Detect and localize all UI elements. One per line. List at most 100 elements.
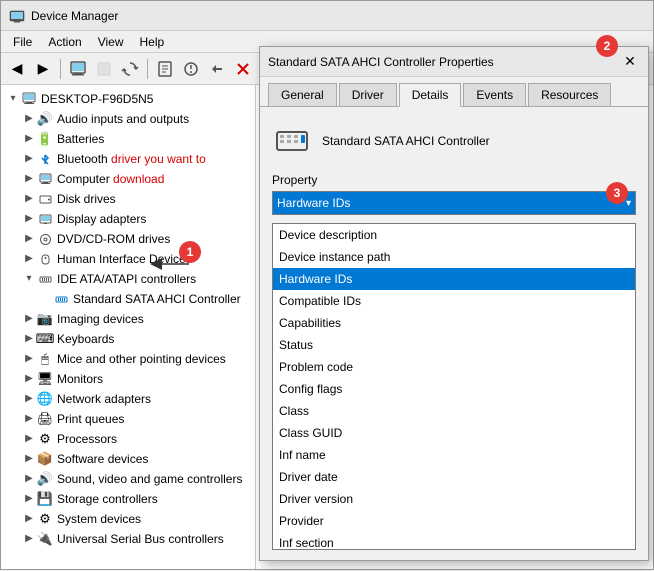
tree-root[interactable]: ▾ DESKTOP-F96D5N5 bbox=[1, 89, 255, 109]
toolbar-driver-update[interactable] bbox=[179, 57, 203, 81]
sound-icon: 🔊 bbox=[37, 471, 53, 487]
expand-bluetooth[interactable]: ▶ bbox=[21, 151, 37, 167]
prop-inf-name[interactable]: Inf name bbox=[273, 444, 635, 466]
prop-driver-date[interactable]: Driver date bbox=[273, 466, 635, 488]
tree-processors-label: Processors bbox=[57, 430, 117, 448]
toolbar-properties[interactable] bbox=[153, 57, 177, 81]
menu-help[interactable]: Help bbox=[132, 33, 173, 51]
tab-details[interactable]: Details bbox=[399, 83, 462, 107]
toolbar-sep2 bbox=[147, 59, 148, 79]
tab-general[interactable]: General bbox=[268, 83, 337, 106]
tree-item-storage[interactable]: ▶ 💾 Storage controllers bbox=[1, 489, 255, 509]
expand-print[interactable]: ▶ bbox=[21, 411, 37, 427]
expand-software[interactable]: ▶ bbox=[21, 451, 37, 467]
tree-item-sata[interactable]: ▶ Standard SATA AHCI Controller bbox=[1, 289, 255, 309]
prop-driver-version[interactable]: Driver version bbox=[273, 488, 635, 510]
tree-item-system[interactable]: ▶ ⚙ System devices bbox=[1, 509, 255, 529]
tree-item-audio[interactable]: ▶ 🔊 Audio inputs and outputs bbox=[1, 109, 255, 129]
prop-problem-code[interactable]: Problem code bbox=[273, 356, 635, 378]
tree-item-imaging[interactable]: ▶ 📷 Imaging devices bbox=[1, 309, 255, 329]
tree-item-keyboards[interactable]: ▶ ⌨ Keyboards bbox=[1, 329, 255, 349]
prop-compatible-ids[interactable]: Compatible IDs bbox=[273, 290, 635, 312]
tree-item-bluetooth[interactable]: ▶ Bluetooth driver you want to bbox=[1, 149, 255, 169]
tree-item-computer[interactable]: ▶ Computer download bbox=[1, 169, 255, 189]
tree-display-label: Display adapters bbox=[57, 210, 146, 228]
expand-dvd[interactable]: ▶ bbox=[21, 231, 37, 247]
prop-class[interactable]: Class bbox=[273, 400, 635, 422]
expand-imaging[interactable]: ▶ bbox=[21, 311, 37, 327]
batteries-icon: 🔋 bbox=[37, 131, 53, 147]
prop-device-instance-path[interactable]: Device instance path bbox=[273, 246, 635, 268]
property-select[interactable]: Hardware IDs ▾ bbox=[272, 191, 636, 215]
toolbar-computer[interactable] bbox=[66, 57, 90, 81]
property-list[interactable]: Device description Device instance path … bbox=[272, 223, 636, 550]
tab-driver[interactable]: Driver bbox=[339, 83, 397, 106]
expand-sound[interactable]: ▶ bbox=[21, 471, 37, 487]
ide-icon bbox=[37, 271, 53, 287]
tab-resources[interactable]: Resources bbox=[528, 83, 611, 106]
tree-item-display[interactable]: ▶ Display adapters bbox=[1, 209, 255, 229]
toolbar-uninstall[interactable] bbox=[231, 57, 255, 81]
tree-bluetooth-suffix: driver you want to bbox=[108, 150, 206, 168]
expand-mice[interactable]: ▶ bbox=[21, 351, 37, 367]
tree-item-network[interactable]: ▶ 🌐 Network adapters bbox=[1, 389, 255, 409]
tree-item-batteries[interactable]: ▶ 🔋 Batteries bbox=[1, 129, 255, 149]
monitors-icon: 🖥 bbox=[37, 371, 53, 387]
computer-icon bbox=[21, 91, 37, 107]
bluetooth-icon bbox=[37, 151, 53, 167]
device-image bbox=[272, 121, 312, 161]
expand-usb[interactable]: ▶ bbox=[21, 531, 37, 547]
expand-hid[interactable]: ▶ bbox=[21, 251, 37, 267]
title-bar: Device Manager bbox=[1, 1, 653, 31]
tab-events[interactable]: Events bbox=[463, 83, 526, 106]
tree-item-dvd[interactable]: ▶ DVD/CD-ROM drives bbox=[1, 229, 255, 249]
prop-capabilities[interactable]: Capabilities bbox=[273, 312, 635, 334]
tree-root-label: DESKTOP-F96D5N5 bbox=[41, 90, 153, 108]
tree-item-monitors[interactable]: ▶ 🖥 Monitors bbox=[1, 369, 255, 389]
storage-icon: 💾 bbox=[37, 491, 53, 507]
property-row: Property Hardware IDs ▾ bbox=[272, 173, 636, 215]
tree-keyboards-label: Keyboards bbox=[57, 330, 114, 348]
tree-item-processors[interactable]: ▶ ⚙ Processors bbox=[1, 429, 255, 449]
tree-item-print[interactable]: ▶ 🖨 Print queues bbox=[1, 409, 255, 429]
toolbar-rollback[interactable] bbox=[205, 57, 229, 81]
expand-root[interactable]: ▾ bbox=[5, 91, 21, 107]
toolbar-sep1 bbox=[60, 59, 61, 79]
expand-monitors[interactable]: ▶ bbox=[21, 371, 37, 387]
expand-system[interactable]: ▶ bbox=[21, 511, 37, 527]
expand-network[interactable]: ▶ bbox=[21, 391, 37, 407]
prop-status[interactable]: Status bbox=[273, 334, 635, 356]
tree-item-ide[interactable]: ▾ IDE ATA/ATAPI controllers bbox=[1, 269, 255, 289]
expand-storage[interactable]: ▶ bbox=[21, 491, 37, 507]
tree-item-disk[interactable]: ▶ Disk drives bbox=[1, 189, 255, 209]
expand-ide[interactable]: ▾ bbox=[21, 271, 37, 287]
expand-batteries[interactable]: ▶ bbox=[21, 131, 37, 147]
toolbar-update[interactable] bbox=[118, 57, 142, 81]
menu-file[interactable]: File bbox=[5, 33, 40, 51]
expand-disk[interactable]: ▶ bbox=[21, 191, 37, 207]
dialog-close-button[interactable]: ✕ bbox=[620, 52, 640, 72]
menu-view[interactable]: View bbox=[90, 33, 132, 51]
tree-item-sound[interactable]: ▶ 🔊 Sound, video and game controllers bbox=[1, 469, 255, 489]
tree-monitors-label: Monitors bbox=[57, 370, 103, 388]
toolbar-forward[interactable]: ▶ bbox=[31, 57, 55, 81]
tree-item-mice[interactable]: ▶ 🖱 Mice and other pointing devices bbox=[1, 349, 255, 369]
tree-item-software[interactable]: ▶ 📦 Software devices bbox=[1, 449, 255, 469]
expand-computer[interactable]: ▶ bbox=[21, 171, 37, 187]
menu-action[interactable]: Action bbox=[40, 33, 89, 51]
tree-panel[interactable]: ▾ DESKTOP-F96D5N5 ▶ 🔊 Audio inputs and o… bbox=[1, 85, 256, 569]
expand-processors[interactable]: ▶ bbox=[21, 431, 37, 447]
prop-hardware-ids[interactable]: Hardware IDs bbox=[273, 268, 635, 290]
prop-provider[interactable]: Provider bbox=[273, 510, 635, 532]
tree-item-usb[interactable]: ▶ 🔌 Universal Serial Bus controllers bbox=[1, 529, 255, 549]
tree-item-hid[interactable]: ▶ Human Interface Devices bbox=[1, 249, 255, 269]
expand-display[interactable]: ▶ bbox=[21, 211, 37, 227]
prop-inf-section[interactable]: Inf section bbox=[273, 532, 635, 550]
prop-config-flags[interactable]: Config flags bbox=[273, 378, 635, 400]
toolbar-stop[interactable] bbox=[92, 57, 116, 81]
prop-device-description[interactable]: Device description bbox=[273, 224, 635, 246]
toolbar-back[interactable]: ◀ bbox=[5, 57, 29, 81]
prop-class-guid[interactable]: Class GUID bbox=[273, 422, 635, 444]
expand-audio[interactable]: ▶ bbox=[21, 111, 37, 127]
expand-keyboards[interactable]: ▶ bbox=[21, 331, 37, 347]
